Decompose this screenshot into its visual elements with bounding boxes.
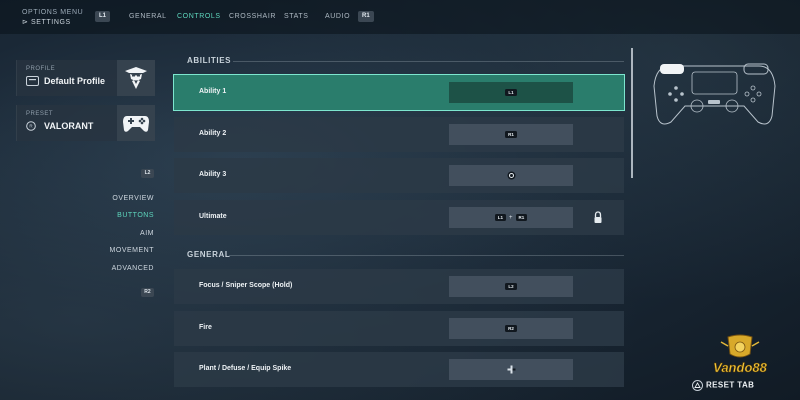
- key-chip-l1: L1: [494, 214, 506, 221]
- next-tab-button[interactable]: R1: [358, 11, 374, 22]
- reset-tab-button[interactable]: RESET TAB: [692, 380, 754, 391]
- key-chip-r1: R1: [505, 131, 517, 138]
- section-divider: [229, 255, 624, 256]
- binding-name: Focus / Sniper Scope (Hold): [199, 282, 293, 289]
- binding-name: Ability 1: [199, 88, 227, 95]
- nav-advanced[interactable]: ADVANCED: [112, 265, 154, 272]
- nav-buttons[interactable]: BUTTONS: [117, 212, 154, 219]
- breadcrumb: OPTIONS MENU ⊳ SETTINGS: [22, 8, 83, 28]
- svg-text:R: R: [29, 124, 33, 129]
- nav-overview[interactable]: OVERVIEW: [112, 195, 154, 202]
- tab-audio[interactable]: AUDIO: [325, 13, 350, 20]
- key-chip-r2: R2: [505, 325, 517, 332]
- scrollbar[interactable]: [631, 48, 633, 178]
- profile-selector[interactable]: PROFILE Default Profile: [16, 60, 155, 96]
- reset-tab-label: RESET TAB: [706, 380, 755, 390]
- tab-stats[interactable]: STATS: [284, 13, 309, 20]
- section-title-general: GENERAL: [187, 250, 231, 259]
- profile-icon: [26, 76, 39, 86]
- nav-aim[interactable]: AIM: [140, 230, 154, 237]
- section-title-abilities: ABILITIES: [187, 56, 232, 65]
- binding-name: Ability 3: [199, 171, 227, 178]
- key-chip-r1: R1: [515, 214, 528, 221]
- breadcrumb-parent: OPTIONS MENU: [22, 9, 84, 16]
- top-bar: OPTIONS MENU ⊳ SETTINGS L1 GENERAL CONTR…: [0, 0, 800, 34]
- binding-slot[interactable]: [449, 165, 573, 186]
- watermark-logo: Vando88: [713, 334, 768, 375]
- agent-avatar-icon: [117, 60, 155, 96]
- key-chip-l2: L2: [505, 283, 517, 290]
- binding-row-ability-1[interactable]: Ability 1 L1: [173, 74, 625, 111]
- binding-slot[interactable]: [449, 359, 573, 380]
- section-divider: [233, 61, 624, 62]
- preset-value: VALORANT: [44, 121, 94, 131]
- binding-name: Ability 2: [199, 130, 227, 137]
- binding-slot[interactable]: L1 + R1: [449, 207, 573, 228]
- binding-name: Fire: [199, 324, 212, 331]
- binding-slot[interactable]: R2: [449, 318, 573, 339]
- circle-button-icon: [507, 171, 515, 180]
- binding-slot[interactable]: R1: [449, 124, 573, 145]
- tab-crosshair[interactable]: CROSSHAIR: [229, 13, 276, 20]
- nav-movement[interactable]: MOVEMENT: [110, 247, 154, 254]
- key-combo-plus: +: [508, 214, 513, 221]
- binding-row-plant-defuse[interactable]: Plant / Defuse / Equip Spike: [174, 352, 624, 387]
- binding-row-ability-3[interactable]: Ability 3: [174, 158, 624, 193]
- binding-row-fire[interactable]: Fire R2: [174, 311, 624, 346]
- gamepad-icon: [117, 105, 155, 141]
- binding-slot[interactable]: L2: [449, 276, 573, 297]
- preset-icon: R: [26, 121, 36, 131]
- binding-row-focus-sniper-scope[interactable]: Focus / Sniper Scope (Hold) L2: [174, 269, 624, 304]
- breadcrumb-current[interactable]: ⊳ SETTINGS: [22, 18, 83, 28]
- binding-name: Ultimate: [199, 213, 227, 220]
- lock-icon: [594, 211, 602, 223]
- prev-tab-button[interactable]: L1: [95, 11, 111, 22]
- tab-general[interactable]: GENERAL: [129, 13, 167, 20]
- controller-diagram-icon: [653, 63, 776, 125]
- preset-label: PRESET: [26, 111, 54, 117]
- tab-controls[interactable]: CONTROLS: [177, 13, 221, 20]
- nav-up-button[interactable]: L2: [141, 169, 154, 178]
- binding-name: Plant / Defuse / Equip Spike: [199, 365, 292, 372]
- profile-label: PROFILE: [26, 66, 56, 72]
- triangle-button-icon: [692, 380, 703, 391]
- profile-value: Default Profile: [44, 76, 106, 86]
- binding-row-ability-2[interactable]: Ability 2 R1: [174, 117, 624, 152]
- svg-text:Vando88: Vando88: [713, 360, 767, 375]
- binding-slot[interactable]: L1: [449, 82, 573, 103]
- key-chip-l1: L1: [505, 89, 517, 96]
- nav-down-button[interactable]: R2: [141, 288, 154, 297]
- binding-row-ultimate[interactable]: Ultimate L1 + R1: [174, 200, 624, 235]
- preset-selector[interactable]: PRESET R VALORANT: [16, 105, 155, 141]
- dpad-right-icon: [507, 365, 515, 374]
